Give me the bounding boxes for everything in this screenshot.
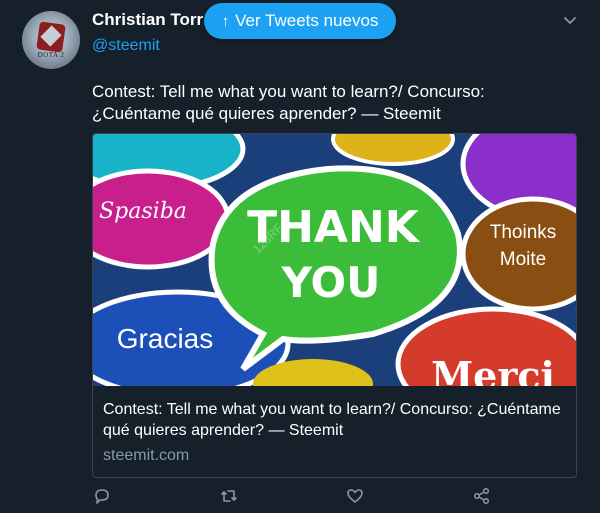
chevron-down-icon[interactable] <box>562 12 578 28</box>
card-domain: steemit.com <box>103 447 190 464</box>
tweet-actions <box>0 486 600 510</box>
reply-icon[interactable] <box>92 486 112 506</box>
avatar-logo-text: DOTA 2 <box>37 51 65 59</box>
image-word-spasiba: Spasiba <box>99 199 187 224</box>
tweet-text: Contest: Tell me what you want to learn?… <box>92 82 485 123</box>
image-word-moite: Moite <box>500 249 546 270</box>
avatar[interactable]: DOTA 2 <box>22 11 80 69</box>
author-handle[interactable]: @steemit <box>92 37 160 55</box>
retweet-icon[interactable] <box>219 486 239 506</box>
new-tweets-button[interactable]: ↑ Ver Tweets nuevos <box>204 3 396 39</box>
arrow-up-icon: ↑ <box>221 13 230 30</box>
card-title[interactable]: Contest: Tell me what you want to learn?… <box>103 399 563 441</box>
card-image[interactable]: THANK YOU Spasiba Thoinks Moite Gracias … <box>93 134 576 386</box>
image-word-merci: Merci <box>431 353 555 386</box>
image-word-thoinks: Thoinks <box>490 222 557 243</box>
share-icon[interactable] <box>472 486 492 506</box>
author-name[interactable]: Christian Torr <box>92 10 203 30</box>
like-icon[interactable] <box>345 486 365 506</box>
image-word-gracias: Gracias <box>117 323 213 354</box>
image-word-you: YOU <box>281 258 381 307</box>
link-card[interactable]: THANK YOU Spasiba Thoinks Moite Gracias … <box>92 133 577 478</box>
new-tweets-label: Ver Tweets nuevos <box>235 11 379 30</box>
